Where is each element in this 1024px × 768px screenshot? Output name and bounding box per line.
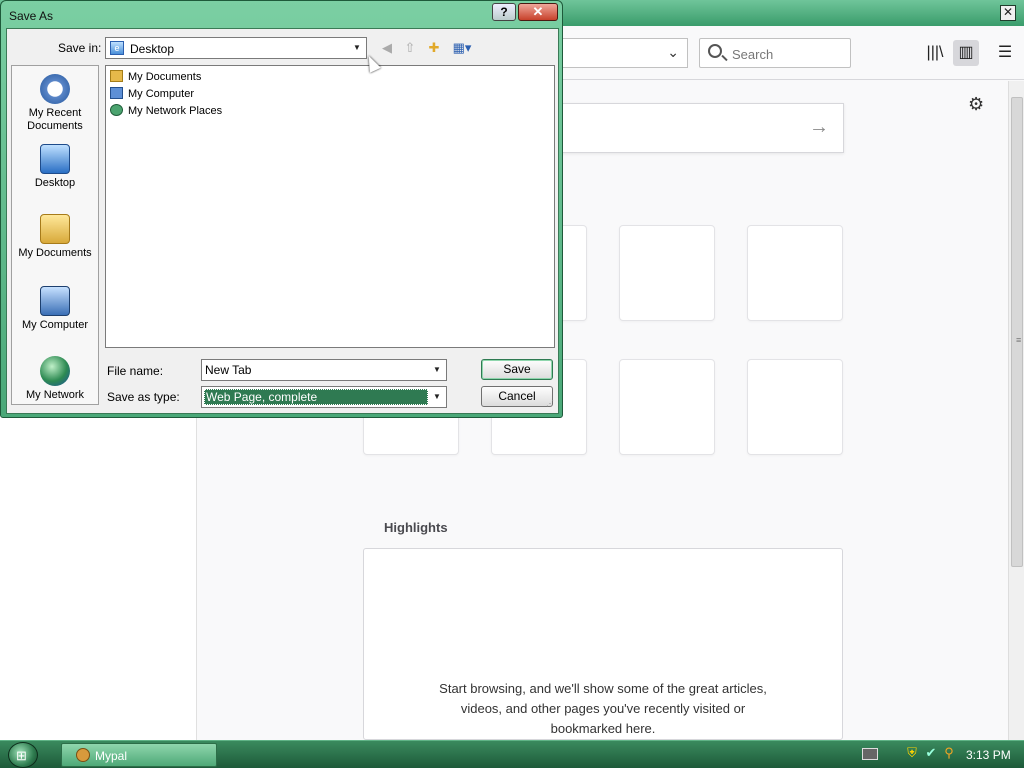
new-folder-icon[interactable]: ✚ bbox=[425, 39, 443, 57]
search-icon bbox=[708, 44, 722, 58]
place-label: My Computer bbox=[21, 319, 89, 331]
place-desktop[interactable]: Desktop bbox=[12, 144, 98, 190]
taskbar: ⊞ Mypal ⛨ ✔ ⚲ 3:13 PM bbox=[0, 740, 1024, 768]
save-in-label: Save in: bbox=[58, 41, 102, 55]
dialog-title: Save As bbox=[9, 9, 54, 23]
save-as-type-label: Save as type: bbox=[107, 390, 180, 404]
dialog-body: Save in: e Desktop ▼ ◀ ⇧ ✚ ▦▾ My Recent … bbox=[6, 28, 559, 414]
file-name-input[interactable] bbox=[204, 362, 426, 378]
folder-icon bbox=[110, 70, 123, 82]
vertical-scrollbar[interactable]: ≡ bbox=[1008, 81, 1024, 740]
search-icon[interactable]: ⚲ bbox=[942, 746, 956, 760]
computer-icon bbox=[40, 286, 70, 316]
views-menu-icon[interactable]: ▦▾ bbox=[450, 39, 474, 57]
network-globe-icon bbox=[40, 356, 70, 386]
file-name: My Documents bbox=[128, 71, 202, 83]
keyboard-icon[interactable] bbox=[862, 748, 878, 760]
hamburger-menu-icon[interactable]: ☰ bbox=[992, 40, 1018, 66]
chevron-down-icon[interactable]: ▼ bbox=[431, 363, 443, 377]
recent-documents-icon bbox=[40, 74, 70, 104]
start-button[interactable]: ⊞ bbox=[8, 742, 38, 768]
place-label: My Recent bbox=[28, 107, 82, 119]
file-list[interactable]: My Documents My Computer My Network Plac… bbox=[105, 65, 555, 348]
save-button[interactable]: Save bbox=[481, 359, 553, 380]
file-name-combo: ▼ bbox=[201, 359, 447, 381]
scrollbar-thumb[interactable]: ≡ bbox=[1011, 97, 1023, 567]
back-icon[interactable]: ◀ bbox=[378, 39, 396, 57]
url-history-dropdown[interactable]: ⌄ bbox=[560, 38, 688, 68]
desktop-icon: e bbox=[110, 41, 124, 55]
taskbar-item-mypal[interactable]: Mypal bbox=[61, 743, 217, 767]
highlights-empty-message: Start browsing, and we'll show some of t… bbox=[439, 681, 767, 736]
save-as-dialog: Save As ? ✕ Save in: e Desktop ▼ ◀ ⇧ ✚ ▦… bbox=[0, 0, 563, 418]
place-my-computer[interactable]: My Computer bbox=[12, 286, 98, 332]
help-button[interactable]: ? bbox=[492, 3, 516, 21]
search-input[interactable]: Search bbox=[699, 38, 851, 68]
mypal-icon bbox=[76, 748, 90, 762]
save-as-type-dropdown[interactable]: Web Page, complete ▼ bbox=[201, 386, 447, 408]
desktop-icon bbox=[40, 144, 70, 174]
newtab-search-bar[interactable]: → bbox=[560, 103, 844, 153]
up-folder-icon[interactable]: ⇧ bbox=[401, 39, 419, 57]
security-shield-icon[interactable]: ⛨ bbox=[905, 746, 919, 760]
dialog-close-button[interactable]: ✕ bbox=[518, 3, 558, 21]
library-icon[interactable]: |||\ bbox=[922, 40, 948, 66]
arrow-right-icon[interactable]: → bbox=[809, 116, 829, 139]
top-site-tile[interactable] bbox=[619, 225, 715, 321]
top-site-tile[interactable] bbox=[747, 225, 843, 321]
chevron-down-icon[interactable]: ▼ bbox=[431, 390, 443, 404]
chevron-down-icon: ⌄ bbox=[667, 44, 679, 60]
highlights-panel: Start browsing, and we'll show some of t… bbox=[363, 548, 843, 740]
place-my-documents[interactable]: My Documents bbox=[12, 214, 98, 260]
save-as-type-value: Web Page, complete bbox=[204, 389, 428, 405]
resize-grip-icon[interactable]: ⋰ bbox=[546, 400, 556, 411]
windows-logo-icon: ⊞ bbox=[16, 748, 27, 763]
list-item[interactable]: My Documents bbox=[110, 69, 201, 85]
save-in-value: Desktop bbox=[130, 42, 175, 56]
highlights-heading: Highlights bbox=[384, 520, 448, 535]
taskbar-item-label: Mypal bbox=[95, 749, 128, 763]
list-item[interactable]: My Network Places bbox=[110, 103, 222, 119]
file-name: My Computer bbox=[128, 88, 195, 100]
browser-close-button[interactable]: ✕ bbox=[1000, 5, 1016, 21]
place-label: Documents bbox=[27, 120, 83, 132]
chevron-down-icon[interactable]: ▼ bbox=[351, 41, 363, 55]
sidebar-toggle-icon[interactable]: ▥ bbox=[953, 40, 979, 66]
file-name: My Network Places bbox=[128, 105, 223, 117]
list-item[interactable]: My Computer bbox=[110, 86, 194, 102]
system-clock[interactable]: 3:13 PM bbox=[966, 748, 1011, 762]
place-my-network[interactable]: My Network bbox=[12, 356, 98, 402]
top-site-tile[interactable] bbox=[619, 359, 715, 455]
place-label: My Documents bbox=[18, 247, 92, 259]
file-name-label: File name: bbox=[107, 364, 164, 378]
place-label: Desktop bbox=[34, 177, 76, 189]
places-bar: My Recent Documents Desktop My Documents… bbox=[11, 65, 99, 405]
place-label: My Network bbox=[25, 389, 85, 401]
computer-icon bbox=[110, 87, 123, 99]
network-status-icon[interactable]: ✔ bbox=[924, 746, 938, 760]
search-placeholder: Search bbox=[732, 47, 774, 62]
top-site-tile[interactable] bbox=[747, 359, 843, 455]
gear-icon[interactable]: ⚙ bbox=[968, 95, 986, 113]
network-icon bbox=[110, 104, 123, 116]
place-my-recent-documents[interactable]: My Recent Documents bbox=[12, 74, 98, 133]
save-in-dropdown[interactable]: e Desktop ▼ bbox=[105, 37, 367, 59]
cancel-button[interactable]: Cancel bbox=[481, 386, 553, 407]
grip-icon: ≡ bbox=[1016, 335, 1022, 345]
folder-icon bbox=[40, 214, 70, 244]
